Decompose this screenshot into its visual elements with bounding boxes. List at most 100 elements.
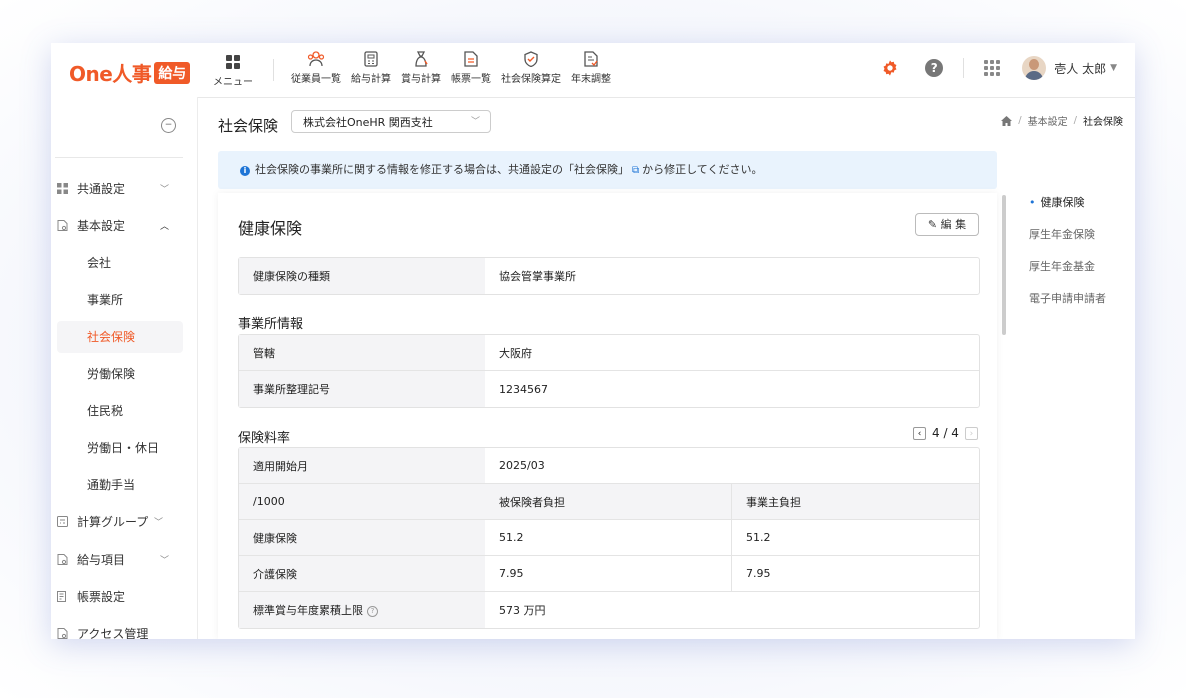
menu-button[interactable]: メニュー bbox=[213, 53, 253, 88]
chevron-up-icon: ︿ bbox=[159, 221, 169, 232]
toc-item-health-insurance[interactable]: • 健康保険 bbox=[1029, 193, 1106, 225]
company-select-value: 株式会社OneHR 関西支社 bbox=[303, 116, 433, 129]
toc-item-e-application[interactable]: 電子申請申請者 bbox=[1029, 289, 1106, 321]
bonus-icon bbox=[415, 51, 428, 67]
nav-year-end[interactable]: 年末調整 bbox=[571, 51, 611, 85]
avatar[interactable] bbox=[1022, 56, 1047, 80]
help-icon[interactable]: ? bbox=[925, 59, 944, 77]
row-label-with-help: 標準賞与年度累積上限? bbox=[239, 592, 485, 628]
nav-social-insurance[interactable]: 社会保険算定 bbox=[501, 51, 561, 85]
edit-label: 編 集 bbox=[940, 218, 967, 231]
row-value: 573 万円 bbox=[499, 604, 546, 617]
nav-payroll[interactable]: 給与計算 bbox=[351, 51, 391, 85]
insurance-type-table: 健康保険の種類 協会管掌事業所 bbox=[238, 257, 980, 295]
sidebar-item-form-settings[interactable]: 帳票設定 bbox=[57, 581, 183, 611]
next-page-button[interactable]: › bbox=[964, 426, 978, 440]
edit-button[interactable]: ✎ 編 集 bbox=[915, 213, 979, 236]
row-label: 事業所整理記号 bbox=[239, 371, 485, 407]
nav-label: 従業員一覧 bbox=[291, 74, 341, 85]
column-header: /1000 bbox=[239, 484, 485, 520]
nav-label: 年末調整 bbox=[571, 74, 611, 85]
row-value: 協会管掌事業所 bbox=[499, 270, 576, 283]
chevron-down-icon: ﹀ bbox=[159, 555, 169, 566]
sidebar-sub-company[interactable]: 会社 bbox=[57, 247, 183, 279]
user-name[interactable]: 壱人 太郎 bbox=[1054, 60, 1106, 77]
nav-label: 賞与計算 bbox=[401, 74, 441, 85]
header-right: ? 壱人 太郎 ▼ bbox=[881, 56, 1117, 80]
sidebar-sub-office[interactable]: 事業所 bbox=[57, 284, 183, 316]
table-row: 健康保険 51.2 51.2 bbox=[239, 520, 979, 556]
prev-page-button[interactable]: ‹ bbox=[913, 426, 926, 440]
sidebar-sub-workdays-holidays[interactable]: 労働日・休日 bbox=[57, 432, 183, 464]
sidebar-sub-commute-allowance[interactable]: 通勤手当 bbox=[57, 469, 183, 501]
table-row: 標準賞与年度累積上限? 573 万円 bbox=[239, 592, 979, 628]
sidebar-divider bbox=[55, 157, 183, 158]
gear-icon[interactable] bbox=[881, 59, 899, 77]
info-banner: i 社会保険の事業所に関する情報を修正する場合は、共通設定の「社会保険」 ⧉ から修正… bbox=[218, 151, 997, 189]
breadcrumb-basic-settings[interactable]: 基本設定 bbox=[1028, 113, 1068, 128]
sidebar-sub-social-insurance[interactable]: 社会保険 bbox=[57, 321, 183, 353]
table-row: 介護保険 7.95 7.95 bbox=[239, 556, 979, 592]
sidebar-item-calc-group[interactable]: 計算グループ ﹀ bbox=[57, 506, 183, 536]
collapse-sidebar-icon[interactable]: − bbox=[161, 118, 176, 133]
app-window: One人事 給与 メニュー 従業員一覧 給与計算 賞与計算 帳票一覧 社会保険算… bbox=[51, 43, 1135, 639]
sidebar-item-label: 給与項目 bbox=[77, 552, 126, 567]
menu-label: メニュー bbox=[213, 77, 253, 88]
chevron-down-icon: ﹀ bbox=[153, 517, 163, 528]
table-row: 事業所整理記号 1234567 bbox=[239, 371, 979, 407]
nav-bonus[interactable]: 賞与計算 bbox=[401, 51, 441, 85]
row-label: 適用開始月 bbox=[239, 448, 485, 484]
header-divider bbox=[963, 58, 965, 78]
toc-label: 健康保険 bbox=[1040, 196, 1085, 209]
info-text: 社会保険の事業所に関する情報を修正する場合は、共通設定の「社会保険」 bbox=[255, 163, 629, 176]
breadcrumb: / 基本設定 / 社会保険 bbox=[1001, 113, 1123, 128]
nav-label: 給与計算 bbox=[351, 74, 391, 85]
question-icon[interactable]: ? bbox=[367, 605, 378, 617]
info-text-suffix: から修正してください。 bbox=[642, 163, 763, 176]
apps-grid-icon[interactable] bbox=[984, 60, 1001, 76]
toc-item-pension-fund[interactable]: 厚生年金基金 bbox=[1029, 257, 1106, 289]
row-label: 介護保険 bbox=[239, 556, 485, 592]
table-row: 健康保険の種類 協会管掌事業所 bbox=[239, 258, 979, 294]
nav-employees[interactable]: 従業員一覧 bbox=[291, 51, 341, 85]
social-insurance-icon bbox=[524, 51, 538, 67]
toc-item-pension-insurance[interactable]: 厚生年金保険 bbox=[1029, 225, 1106, 257]
sidebar-item-common-settings[interactable]: 共通設定 ﹀ bbox=[57, 173, 183, 203]
health-insurance-card: 健康保険 ✎ 編 集 健康保険の種類 協会管掌事業所 事業所情報 管轄 大阪府 … bbox=[218, 193, 997, 639]
grid-menu-icon bbox=[226, 55, 240, 69]
home-icon[interactable] bbox=[1001, 115, 1013, 126]
nav-label: 社会保険算定 bbox=[501, 74, 561, 85]
row-value: 2025/03 bbox=[485, 448, 979, 484]
nav-divider bbox=[273, 59, 274, 81]
table-header-row: /1000 被保険者負担 事業主負担 bbox=[239, 484, 979, 520]
main-nav: 従業員一覧 給与計算 賞与計算 帳票一覧 社会保険算定 年末調整 bbox=[291, 51, 621, 85]
sidebar-item-access-control[interactable]: アクセス管理 bbox=[57, 618, 183, 639]
sidebar-sub-resident-tax[interactable]: 住民税 bbox=[57, 395, 183, 427]
app-logo[interactable]: One人事 給与 bbox=[69, 58, 191, 87]
content-scrollbar[interactable] bbox=[1002, 195, 1006, 335]
chevron-down-icon[interactable]: ▼ bbox=[1110, 63, 1117, 73]
card-title: 健康保険 bbox=[238, 219, 303, 238]
sidebar-item-label: 帳票設定 bbox=[77, 589, 126, 604]
external-link-icon[interactable]: ⧉ bbox=[632, 165, 639, 176]
table-row: 適用開始月 2025/03 bbox=[239, 448, 979, 484]
nav-documents[interactable]: 帳票一覧 bbox=[451, 51, 491, 85]
column-header: 被保険者負担 bbox=[485, 484, 732, 520]
employee-rate: 51.2 bbox=[485, 520, 732, 556]
row-value: 大阪府 bbox=[485, 335, 979, 371]
row-label: 標準賞与年度累積上限 bbox=[253, 604, 363, 617]
row-label: 管轄 bbox=[239, 335, 485, 371]
table-row: 管轄 大阪府 bbox=[239, 335, 979, 371]
info-icon: i bbox=[240, 166, 250, 176]
sidebar-item-basic-settings[interactable]: 基本設定 ︿ bbox=[57, 210, 183, 240]
calculator-icon bbox=[57, 515, 68, 527]
document-gear-icon bbox=[57, 553, 68, 565]
edit-icon: ✎ bbox=[927, 218, 941, 231]
sidebar-sub-labor-insurance[interactable]: 労働保険 bbox=[57, 358, 183, 390]
top-header: One人事 給与 メニュー 従業員一覧 給与計算 賞与計算 帳票一覧 社会保険算… bbox=[51, 43, 1135, 98]
rate-pager: ‹ 4 / 4 › bbox=[907, 426, 984, 440]
breadcrumb-separator: / bbox=[1018, 115, 1022, 126]
logo-text: One人事 bbox=[69, 62, 152, 86]
company-select[interactable]: 株式会社OneHR 関西支社 ﹀ bbox=[291, 110, 491, 133]
sidebar-item-pay-items[interactable]: 給与項目 ﹀ bbox=[57, 544, 183, 574]
